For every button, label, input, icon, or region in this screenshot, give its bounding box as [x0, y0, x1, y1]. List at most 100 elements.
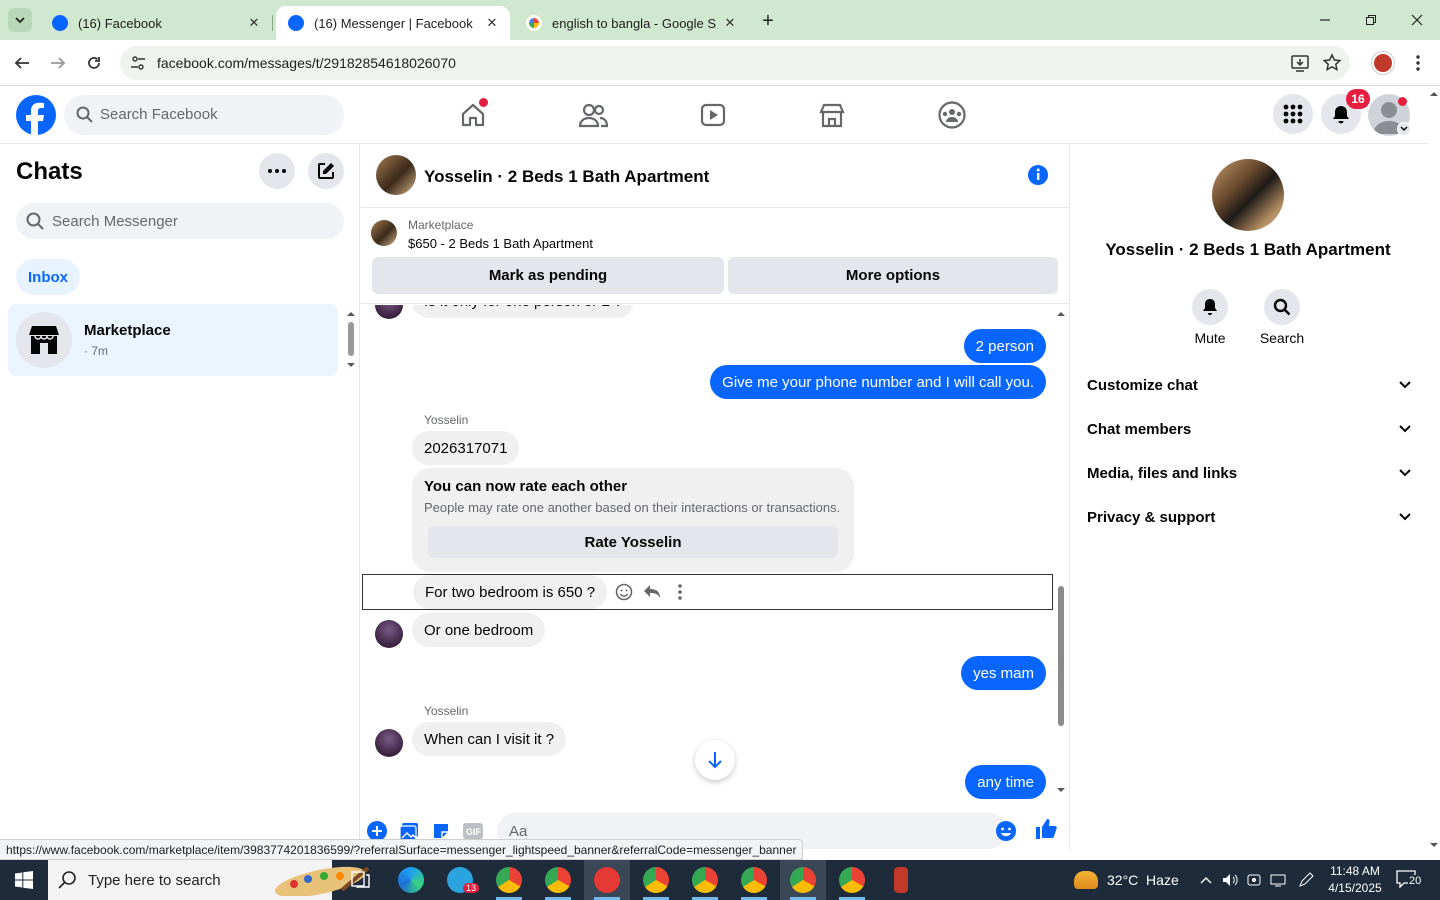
rating-prompt-description: People may rate one another based on the… — [424, 500, 841, 515]
message-incoming[interactable]: Or one bedroom — [412, 613, 546, 647]
emoji-picker-icon[interactable] — [995, 820, 1017, 842]
taskbar-chrome-profile-5[interactable] — [682, 860, 728, 900]
taskbar-telegram[interactable]: 13 — [437, 860, 483, 900]
task-view-button[interactable] — [338, 860, 384, 900]
message-incoming[interactable]: 2026317071 — [412, 431, 520, 465]
page-scrollbar[interactable] — [1428, 86, 1440, 850]
message-incoming[interactable]: For two bedroom is 650 ? — [413, 575, 608, 609]
address-bar[interactable]: facebook.com/messages/t/2918285461802607… — [120, 46, 1350, 80]
browser-tab-google[interactable]: english to bangla - Google Sea ✕ — [514, 6, 748, 40]
account-chevron-icon[interactable] — [1397, 122, 1411, 136]
taskbar-chrome-profile-4[interactable] — [633, 860, 679, 900]
maximize-button[interactable] — [1357, 8, 1385, 32]
chrome-profile-avatar[interactable] — [1372, 52, 1394, 74]
chrome-icon — [643, 867, 669, 893]
taskbar-chrome-profile-3[interactable] — [584, 860, 630, 900]
forward-button[interactable] — [45, 50, 71, 76]
minimize-button[interactable] — [1311, 8, 1339, 32]
taskbar-search-box[interactable]: Type here to search — [48, 860, 370, 900]
close-icon — [1411, 14, 1423, 26]
search-action[interactable]: Search — [1260, 289, 1304, 346]
nav-friends[interactable] — [573, 96, 613, 134]
nav-video[interactable] — [693, 96, 733, 134]
chats-scrollbar[interactable] — [345, 306, 357, 370]
search-placeholder: Search Messenger — [52, 213, 178, 230]
message-outgoing[interactable]: yes mam — [961, 656, 1046, 690]
taskbar-chrome-profile-7[interactable] — [780, 860, 826, 900]
notification-badge: 16 — [1346, 89, 1370, 109]
chat-list-item[interactable]: Marketplace · 7m — [8, 304, 338, 376]
tab-search-button[interactable] — [8, 8, 32, 32]
conversation-info-button[interactable] — [1027, 164, 1049, 186]
conversation-title[interactable]: Yosselin · 2 Beds 1 Bath Apartment — [424, 167, 709, 187]
back-button[interactable] — [9, 50, 35, 76]
nav-home[interactable] — [453, 96, 493, 134]
nav-marketplace[interactable] — [812, 96, 852, 134]
browser-tab-messenger[interactable]: (16) Messenger | Facebook ✕ — [276, 6, 510, 40]
messenger-search-input[interactable]: Search Messenger — [16, 203, 344, 239]
scroll-to-bottom-button[interactable] — [695, 740, 735, 780]
mark-as-pending-button[interactable]: Mark as pending — [372, 257, 724, 294]
action-center-button[interactable]: 20 — [1396, 868, 1424, 892]
taskbar-app-9[interactable] — [878, 860, 924, 900]
taskbar-chrome-profile-8[interactable] — [829, 860, 875, 900]
message-outgoing[interactable]: Give me your phone number and I will cal… — [710, 365, 1046, 399]
facebook-logo-icon[interactable] — [16, 95, 56, 135]
react-emoji-icon[interactable] — [613, 581, 635, 603]
taskbar-clock[interactable]: 11:48 AM 4/15/2025 — [1322, 863, 1388, 897]
close-window-button[interactable] — [1403, 8, 1431, 32]
taskbar-chrome[interactable] — [486, 860, 532, 900]
listing-thumbnail[interactable] — [371, 220, 397, 246]
browser-tab-facebook[interactable]: (16) Facebook ✕ — [40, 6, 273, 40]
search-label: Search — [1259, 330, 1305, 346]
message-incoming[interactable]: Is it only for one person or 2 ? — [412, 305, 635, 318]
rate-user-button[interactable]: Rate Yosselin — [428, 526, 838, 558]
meet-now-icon[interactable] — [1244, 870, 1264, 890]
chrome-menu-icon[interactable] — [1408, 52, 1428, 74]
section-customize-chat[interactable]: Customize chat — [1087, 363, 1411, 407]
start-button[interactable] — [0, 860, 48, 900]
close-tab-icon[interactable]: ✕ — [484, 15, 500, 31]
section-media-files-links[interactable]: Media, files and links — [1087, 451, 1411, 495]
inbox-tab[interactable]: Inbox — [16, 259, 80, 295]
reply-icon[interactable] — [641, 581, 663, 603]
install-app-icon[interactable] — [1290, 53, 1310, 73]
site-info-icon[interactable] — [128, 53, 148, 73]
volume-icon[interactable] — [1220, 870, 1240, 890]
chats-options-button[interactable] — [259, 153, 295, 189]
taskbar-chrome-profile-2[interactable] — [535, 860, 581, 900]
app-icon — [894, 867, 908, 893]
conversation-avatar[interactable] — [376, 155, 416, 195]
bookmark-star-icon[interactable] — [1322, 53, 1342, 73]
listing-avatar[interactable] — [1212, 159, 1284, 231]
mute-action[interactable]: Mute — [1190, 289, 1230, 346]
browser-tab-strip: (16) Facebook ✕ (16) Messenger | Faceboo… — [0, 0, 1440, 40]
listing-title-link[interactable]: $650 - 2 Beds 1 Bath Apartment — [408, 236, 593, 251]
menu-button[interactable] — [1273, 94, 1313, 134]
grid-menu-icon — [1283, 104, 1303, 124]
message-hover-row[interactable]: For two bedroom is 650 ? — [362, 574, 1053, 610]
message-incoming[interactable]: When can I visit it ? — [412, 722, 567, 756]
send-like-icon[interactable] — [1035, 818, 1057, 840]
messages-scrollbar[interactable] — [1055, 308, 1067, 796]
new-tab-button[interactable]: + — [757, 10, 779, 32]
weather-widget[interactable]: 32°C Haze — [1074, 860, 1179, 900]
taskbar-chrome-profile-6[interactable] — [731, 860, 777, 900]
more-vertical-icon[interactable] — [669, 581, 691, 603]
section-chat-members[interactable]: Chat members — [1087, 407, 1411, 451]
chats-sidebar: Chats Search Messenger Inbox Marketplace… — [0, 144, 360, 850]
reload-button[interactable] — [81, 50, 107, 76]
pen-icon[interactable] — [1296, 870, 1316, 890]
close-tab-icon[interactable]: ✕ — [246, 15, 262, 31]
show-hidden-icons-icon[interactable] — [1196, 870, 1216, 890]
network-icon[interactable] — [1268, 870, 1288, 890]
more-options-button[interactable]: More options — [728, 257, 1058, 294]
facebook-search-input[interactable]: Search Facebook — [64, 95, 344, 135]
close-tab-icon[interactable]: ✕ — [722, 15, 738, 31]
message-outgoing[interactable]: any time — [965, 765, 1046, 799]
taskbar-edge[interactable] — [388, 860, 434, 900]
section-privacy-support[interactable]: Privacy & support — [1087, 495, 1411, 539]
new-message-button[interactable] — [308, 153, 344, 189]
nav-groups[interactable] — [932, 96, 972, 134]
message-outgoing[interactable]: 2 person — [963, 329, 1046, 363]
